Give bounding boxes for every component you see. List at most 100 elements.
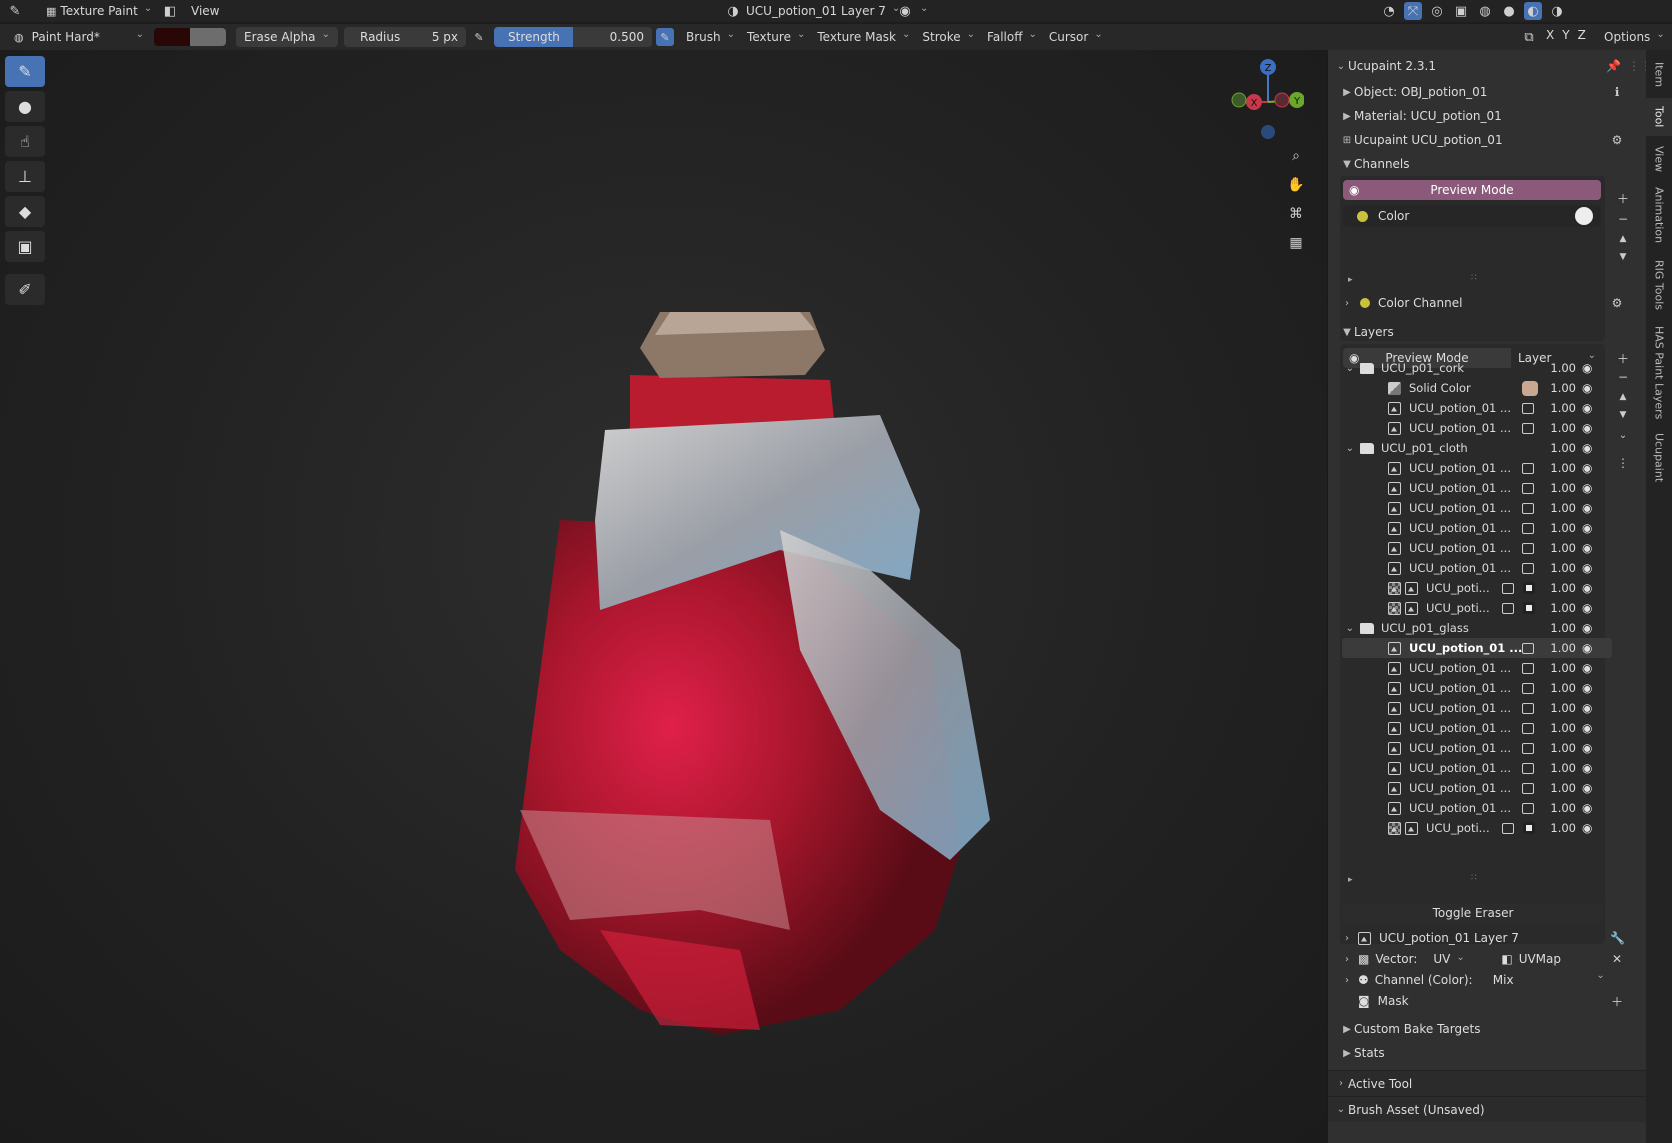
3d-viewport[interactable]	[0, 50, 1327, 1143]
blend-layers-icon[interactable]	[1522, 722, 1534, 734]
mode-dropdown[interactable]: ▦ Texture Paint	[40, 1, 155, 21]
draw-tool-button[interactable]: ✎	[5, 56, 45, 87]
eye-icon[interactable]: ◉	[1582, 401, 1592, 415]
blend-layers-icon[interactable]	[1522, 642, 1534, 654]
eye-icon[interactable]: ◉	[1582, 581, 1592, 595]
annotate-tool-button[interactable]: ✐	[5, 274, 45, 305]
solid-shading-icon[interactable]: ●	[1500, 2, 1518, 20]
gizmo-toggle-icon[interactable]: ⤧	[1404, 2, 1422, 20]
layer-up-icon[interactable]: ▲	[1616, 392, 1630, 402]
blend-layers-icon[interactable]	[1522, 802, 1534, 814]
options-dropdown[interactable]: Options	[1598, 27, 1671, 47]
strength-pressure-icon[interactable]: ✎	[656, 28, 674, 46]
layer-row[interactable]: UCU_potion_01 ... 1.00 ◉	[1342, 518, 1612, 538]
mask-tool-button[interactable]: ▣	[5, 231, 45, 262]
visibility-icon[interactable]: ◔	[1380, 2, 1398, 20]
tab-item[interactable]: Item	[1646, 56, 1672, 94]
blend-layers-icon[interactable]	[1522, 502, 1534, 514]
wireframe-shading-icon[interactable]: ◍	[1476, 2, 1494, 20]
uvmap-value[interactable]: UVMap	[1519, 952, 1561, 966]
material-shading-icon[interactable]: ◐	[1524, 2, 1542, 20]
folder-collapse-icon[interactable]: ⌄	[1342, 363, 1360, 374]
tab-ucupaint[interactable]: Ucupaint	[1646, 428, 1672, 488]
layer-row[interactable]: UCU_potion_01 ... 1.00 ◉	[1342, 678, 1612, 698]
eye-icon[interactable]: ◉	[1582, 501, 1592, 515]
blend-layers-icon[interactable]	[1522, 422, 1534, 434]
layer-opacity[interactable]: 1.00	[1548, 381, 1576, 395]
eye-icon[interactable]: ◉	[1582, 481, 1592, 495]
layer-row[interactable]: UCU_potion_01 ... 1.00 ◉	[1342, 718, 1612, 738]
menu-texture[interactable]: Texture	[741, 27, 811, 47]
blend-layers-icon[interactable]	[1522, 742, 1534, 754]
soften-tool-button[interactable]: ●	[5, 91, 45, 122]
eye-icon[interactable]: ◉	[1582, 361, 1592, 375]
eye-icon[interactable]: ◉	[1582, 701, 1592, 715]
pan-button[interactable]: ✋	[1283, 172, 1309, 198]
layer-row[interactable]: UCU_potion_01 ... 1.00 ◉	[1342, 398, 1612, 418]
overlay-dropdown[interactable]: ◉	[890, 1, 934, 21]
layer-opacity[interactable]: 1.00	[1548, 721, 1576, 735]
smear-tool-button[interactable]: ☝	[5, 126, 45, 157]
menu-stroke[interactable]: Stroke	[916, 27, 981, 47]
axis-x[interactable]: X	[1546, 28, 1554, 46]
blend-layers-icon[interactable]	[1522, 682, 1534, 694]
layer-row[interactable]: UCU_potion_01 ... 1.00 ◉	[1342, 538, 1612, 558]
layer-row[interactable]: Solid Color 1.00 ◉	[1342, 378, 1612, 398]
list-expand-icon[interactable]: ▸	[1348, 875, 1353, 885]
layer-opacity[interactable]: 1.00	[1548, 701, 1576, 715]
layer-row[interactable]: UCU_potion_01 ... 1.00 ◉	[1342, 738, 1612, 758]
color-channel-row[interactable]: › Color Channel ⚙	[1328, 292, 1646, 314]
channel-preview-mode-button[interactable]: ◉ Preview Mode	[1343, 180, 1601, 200]
stats-row[interactable]: ▶ Stats	[1328, 1042, 1646, 1064]
blend-layers-icon[interactable]	[1522, 562, 1534, 574]
eye-icon[interactable]: ◉	[1582, 621, 1592, 635]
symmetry-icon[interactable]: ⧉	[1520, 28, 1538, 46]
layer-opacity[interactable]: 1.00	[1548, 641, 1576, 655]
tab-rig-tools[interactable]: RIG Tools	[1646, 252, 1672, 318]
fill-tool-button[interactable]: ◆	[5, 196, 45, 227]
menu-texture-mask[interactable]: Texture Mask	[811, 27, 916, 47]
eye-icon[interactable]: ◉	[1582, 441, 1592, 455]
layer-row[interactable]: UCU_potion_01 ... 1.00 ◉	[1342, 778, 1612, 798]
radius-pressure-icon[interactable]: ✎	[470, 28, 488, 46]
layer-opacity[interactable]: 1.00	[1548, 541, 1576, 555]
blend-layers-icon[interactable]	[1522, 702, 1534, 714]
layer-menu-icon[interactable]: ⌄	[1616, 430, 1630, 441]
mask-thumb-icon[interactable]	[1523, 602, 1535, 614]
menu-falloff[interactable]: Falloff	[981, 27, 1043, 47]
layer-opacity[interactable]: 1.00	[1548, 401, 1576, 415]
layer-opacity[interactable]: 1.00	[1548, 741, 1576, 755]
eye-icon[interactable]: ◉	[1582, 781, 1592, 795]
layer-opacity[interactable]: 1.00	[1548, 461, 1576, 475]
eye-icon[interactable]: ◉	[1582, 801, 1592, 815]
drag-handle-icon[interactable]: ⋮⋮	[1628, 59, 1646, 73]
layer-row[interactable]: UCU_potion_01 ... 1.00 ◉	[1342, 758, 1612, 778]
layer-row[interactable]: ⌄ UCU_p01_cork 1.00 ◉	[1342, 358, 1612, 378]
xray-icon[interactable]: ▣	[1452, 2, 1470, 20]
remove-channel-icon[interactable]: −	[1616, 212, 1630, 226]
list-resize-icon[interactable]: ∷	[1471, 873, 1477, 883]
eye-icon[interactable]: ◉	[1582, 541, 1592, 555]
rendered-shading-icon[interactable]: ◑	[1548, 2, 1566, 20]
layer-row[interactable]: UCU_potion_01 ... 1.00 ◉	[1342, 558, 1612, 578]
layer-opacity[interactable]: 1.00	[1548, 781, 1576, 795]
layer-row[interactable]: UCU_potion_01 ... 1.00 ◉	[1342, 458, 1612, 478]
blend-mode-dropdown[interactable]: Erase Alpha	[236, 27, 338, 47]
layer-opacity[interactable]: 1.00	[1548, 421, 1576, 435]
eye-icon[interactable]: ◉	[1582, 641, 1592, 655]
layer-row[interactable]: UCU_potion_01 ... 1.00 ◉	[1342, 638, 1612, 658]
image-dropdown[interactable]: ◑ UCU_potion_01 Layer 7	[718, 1, 906, 21]
layer-row[interactable]: UCU_potion_01 ... 1.00 ◉	[1342, 658, 1612, 678]
layer-opacity[interactable]: 1.00	[1548, 361, 1576, 375]
radius-field[interactable]: Radius 5 px	[344, 27, 466, 47]
active-tool-panel[interactable]: › Active Tool	[1328, 1070, 1646, 1096]
layer-opacity[interactable]: 1.00	[1548, 581, 1576, 595]
zoom-button[interactable]: ⌕	[1283, 143, 1309, 169]
eye-icon[interactable]: ◉	[1582, 661, 1592, 675]
channel-color-row[interactable]: Color	[1343, 205, 1601, 227]
mask-thumb-icon[interactable]	[1523, 822, 1535, 834]
clear-icon[interactable]: ✕	[1610, 952, 1624, 966]
tab-animation[interactable]: Animation	[1646, 182, 1672, 248]
eye-icon[interactable]: ◉	[1582, 521, 1592, 535]
channel-settings-gear-icon[interactable]: ⚙	[1610, 296, 1624, 310]
